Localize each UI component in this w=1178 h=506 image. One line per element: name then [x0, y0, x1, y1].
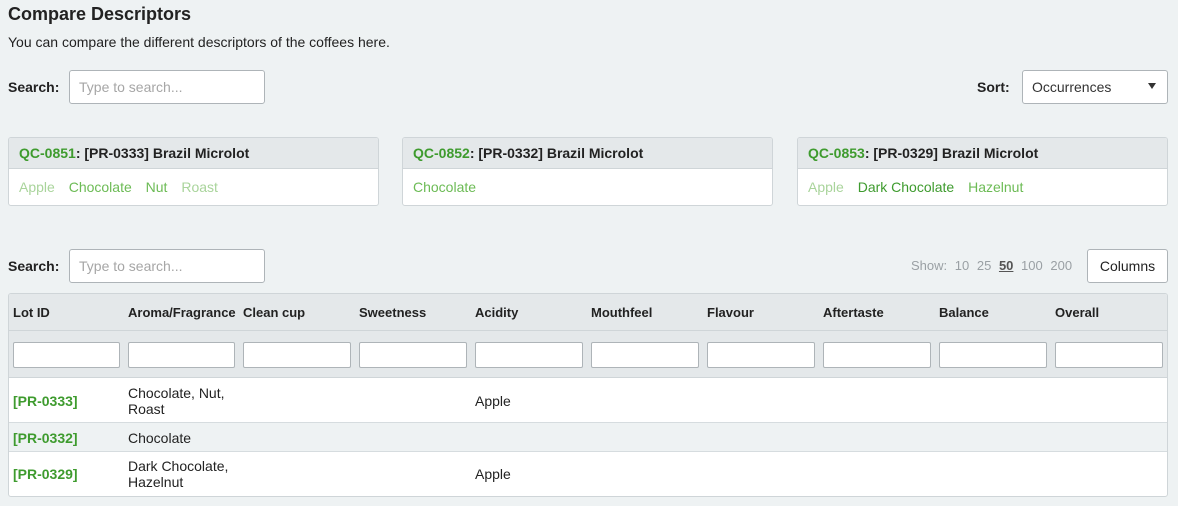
column-filter-balance[interactable] [939, 342, 1047, 368]
coffee-card-descriptors: Chocolate [403, 169, 772, 205]
column-filter-sweetness[interactable] [359, 342, 467, 368]
lot-id-link[interactable]: [PR-0333] [13, 393, 78, 409]
sort-label: Sort: [977, 79, 1010, 95]
column-filter-lot-id[interactable] [13, 342, 120, 368]
descriptor-tag: Chocolate [413, 179, 477, 195]
page-subtitle: You can compare the different descriptor… [8, 34, 390, 50]
table-row: [PR-0333] Chocolate, Nut, Roast Apple [9, 378, 1167, 423]
aroma-cell: Chocolate [128, 430, 192, 446]
descriptor-tag: Chocolate [68, 179, 132, 195]
table-header: Lot ID Aroma/Fragrance Clean cup Sweetne… [9, 294, 1167, 331]
descriptors-table: Lot ID Aroma/Fragrance Clean cup Sweetne… [8, 293, 1168, 497]
page-title: Compare Descriptors [8, 4, 192, 24]
descriptor-tag: Dark Chocolate [857, 179, 955, 195]
descriptor-tag: Hazelnut [968, 179, 1024, 195]
coffee-code: QC-0852 [413, 145, 470, 161]
column-header-balance[interactable]: Balance [939, 305, 989, 320]
acidity-cell: Apple [475, 393, 511, 409]
aroma-cell: Dark Chocolate, Hazelnut [128, 458, 229, 490]
column-header-sweetness[interactable]: Sweetness [359, 305, 426, 320]
page-size-option[interactable]: 200 [1050, 258, 1072, 273]
column-filter-aftertaste[interactable] [823, 342, 931, 368]
table-row: [PR-0332] Chocolate [9, 423, 1167, 452]
page-size-option[interactable]: 10 [955, 258, 969, 273]
lot-id-link[interactable]: [PR-0332] [13, 430, 78, 446]
coffee-card-title: : [PR-0333] Brazil Microlot [75, 145, 250, 161]
page-size-selector: Show: 10 25 50 100 200 [911, 258, 1072, 273]
lot-id-link[interactable]: [PR-0329] [13, 466, 78, 482]
column-header-mouthfeel[interactable]: Mouthfeel [591, 305, 652, 320]
column-filter-overall[interactable] [1055, 342, 1163, 368]
descriptor-tag: Roast [181, 179, 218, 195]
aroma-cell: Chocolate, Nut, Roast [128, 385, 225, 417]
sort-select[interactable]: Occurrences [1022, 70, 1168, 104]
table-search-input[interactable] [69, 249, 265, 283]
chevron-down-icon [1148, 83, 1156, 89]
coffee-card-descriptors: Apple Chocolate Nut Roast [9, 169, 378, 205]
column-header-acidity[interactable]: Acidity [475, 305, 518, 320]
columns-button[interactable]: Columns [1087, 249, 1168, 283]
column-header-aroma[interactable]: Aroma/Fragrance [128, 305, 236, 320]
descriptor-tag: Nut [145, 179, 168, 195]
descriptor-tag: Apple [808, 179, 844, 195]
column-header-flavour[interactable]: Flavour [707, 305, 754, 320]
descriptor-tag: Apple [19, 179, 55, 195]
top-search-label: Search: [8, 79, 60, 95]
page-size-option-selected[interactable]: 50 [999, 258, 1013, 273]
coffee-card-header: QC-0853: [PR-0329] Brazil Microlot [798, 138, 1167, 169]
coffee-card: QC-0853: [PR-0329] Brazil Microlot Apple… [797, 137, 1168, 206]
page-size-option[interactable]: 100 [1021, 258, 1043, 273]
page-size-label: Show: [911, 258, 948, 273]
column-filter-row [9, 331, 1167, 378]
page-size-option[interactable]: 25 [977, 258, 991, 273]
acidity-cell: Apple [475, 466, 511, 482]
coffee-card-title: : [PR-0329] Brazil Microlot [864, 145, 1039, 161]
column-filter-aroma[interactable] [128, 342, 235, 368]
table-search-label: Search: [8, 258, 60, 274]
column-filter-mouthfeel[interactable] [591, 342, 699, 368]
table-row: [PR-0329] Dark Chocolate, Hazelnut Apple [9, 452, 1167, 496]
coffee-card: QC-0851: [PR-0333] Brazil Microlot Apple… [8, 137, 379, 206]
column-header-aftertaste[interactable]: Aftertaste [823, 305, 884, 320]
coffee-card-header: QC-0852: [PR-0332] Brazil Microlot [403, 138, 772, 169]
column-filter-acidity[interactable] [475, 342, 583, 368]
coffee-card-header: QC-0851: [PR-0333] Brazil Microlot [9, 138, 378, 169]
coffee-code: QC-0851 [19, 145, 76, 161]
column-header-overall[interactable]: Overall [1055, 305, 1099, 320]
column-filter-clean-cup[interactable] [243, 342, 351, 368]
coffee-code: QC-0853 [808, 145, 865, 161]
coffee-card: QC-0852: [PR-0332] Brazil Microlot Choco… [402, 137, 773, 206]
column-header-clean-cup[interactable]: Clean cup [243, 305, 305, 320]
sort-select-value: Occurrences [1032, 79, 1112, 95]
column-header-lot-id[interactable]: Lot ID [13, 305, 50, 320]
top-search-input[interactable] [69, 70, 265, 104]
column-filter-flavour[interactable] [707, 342, 815, 368]
coffee-card-descriptors: Apple Dark Chocolate Hazelnut [798, 169, 1167, 205]
coffee-card-title: : [PR-0332] Brazil Microlot [469, 145, 644, 161]
